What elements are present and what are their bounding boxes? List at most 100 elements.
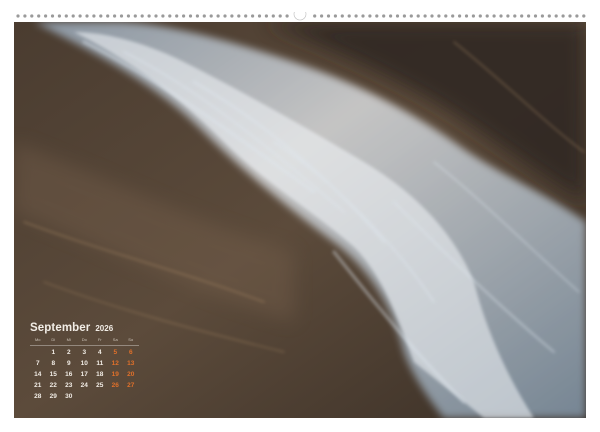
calendar-day: 16 (65, 371, 73, 378)
weekday-label: Mi (66, 337, 71, 342)
calendar-day: 26 (111, 382, 119, 389)
binding-hole (368, 14, 372, 18)
binding-hole (154, 14, 158, 18)
calendar-month: September (30, 322, 91, 334)
weekday-label: Di (51, 337, 56, 342)
weekday-label: Fr (97, 337, 102, 342)
binding-hole (140, 14, 144, 18)
binding-hole (237, 14, 241, 18)
calendar-day: 9 (66, 360, 71, 367)
calendar-day: 24 (80, 382, 88, 389)
binding-hole (78, 14, 82, 18)
calendar-day: 14 (34, 371, 42, 378)
binding-hole (382, 14, 386, 18)
binding-hole (575, 14, 579, 18)
calendar-day: 21 (34, 382, 42, 389)
calendar-day: 28 (34, 393, 42, 400)
binding-hole (161, 14, 165, 18)
spiral-binding (14, 12, 586, 22)
binding-hole (23, 14, 27, 18)
binding-hole (478, 14, 482, 18)
binding-hole (223, 14, 227, 18)
binding-hole (333, 14, 337, 18)
calendar-header: September 2026 (30, 322, 140, 334)
calendar-day: 22 (49, 382, 57, 389)
binding-hole (416, 14, 420, 18)
binding-hole (119, 14, 124, 18)
binding-hole (133, 14, 137, 18)
binding-hole (458, 14, 462, 18)
calendar-day: 17 (80, 371, 88, 378)
calendar-day: 2 (66, 349, 71, 356)
weekday-label: Sa (112, 337, 118, 342)
calendar-day: 29 (49, 393, 57, 400)
binding-hole (230, 14, 234, 18)
binding-hole (64, 14, 68, 18)
binding-hole (361, 14, 365, 18)
binding-hole (251, 14, 255, 18)
calendar-day: 1 (51, 349, 56, 356)
binding-hole (320, 14, 324, 18)
binding-hole (30, 14, 34, 18)
calendar-day: 30 (65, 393, 73, 400)
binding-hole (402, 14, 406, 18)
binding-hole (444, 14, 448, 18)
binding-hole (147, 14, 151, 18)
binding-hole (423, 14, 427, 18)
calendar-day: 25 (96, 382, 104, 389)
calendar-day: 11 (96, 360, 104, 367)
calendar-day: 20 (127, 371, 135, 378)
binding-hole (540, 14, 545, 18)
binding-hole (106, 14, 110, 18)
hanger-notch (293, 12, 307, 21)
binding-hole (264, 14, 268, 18)
binding-hole (554, 14, 558, 18)
binding-hole (437, 14, 441, 18)
binding-hole (244, 14, 248, 18)
binding-hole (16, 14, 20, 18)
weekday-label: Mo (34, 337, 41, 342)
binding-hole (195, 14, 199, 18)
binding-hole (582, 14, 586, 18)
binding-hole (175, 14, 179, 18)
binding-hole (50, 14, 55, 18)
calendar-day: 10 (80, 360, 88, 367)
binding-hole (464, 14, 469, 18)
binding-hole (375, 14, 379, 18)
binding-hole (188, 14, 193, 18)
calendar-divider (30, 345, 139, 346)
binding-hole (561, 14, 565, 18)
binding-hole (451, 14, 455, 18)
binding-hole (182, 14, 186, 18)
binding-hole (533, 14, 538, 18)
binding-hole (568, 14, 572, 18)
binding-hole (257, 14, 262, 18)
binding-hole (520, 14, 524, 18)
binding-hole (99, 14, 103, 18)
binding-hole (92, 14, 96, 18)
binding-hole (471, 14, 475, 18)
calendar-day: 23 (65, 382, 73, 389)
binding-hole (492, 14, 496, 18)
binding-hole (527, 14, 531, 18)
binding-hole (37, 14, 41, 18)
binding-hole (271, 14, 275, 18)
calendar-day: 7 (35, 360, 40, 367)
calendar-grid: Mo Di Mi Do Fr Sa So 1 2 3 4 5 6 7 8 9 10 11 12 13 14 15 16 17 1… (30, 337, 140, 402)
binding-hole (126, 14, 130, 18)
weekday-label: Do (81, 337, 87, 342)
binding-hole (354, 14, 358, 18)
calendar-day: 6 (128, 349, 133, 356)
binding-hole (430, 14, 434, 18)
binding-hole (44, 14, 48, 18)
calendar-day: 18 (96, 371, 104, 378)
binding-hole (209, 14, 213, 18)
binding-hole (395, 14, 400, 18)
calendar-day: 13 (127, 360, 135, 367)
binding-hole (168, 14, 172, 18)
calendar-day: 8 (51, 360, 56, 367)
binding-hole (485, 14, 489, 18)
calendar-blank (30, 348, 46, 358)
calendar-year: 2026 (95, 324, 114, 333)
binding-hole (499, 14, 503, 18)
